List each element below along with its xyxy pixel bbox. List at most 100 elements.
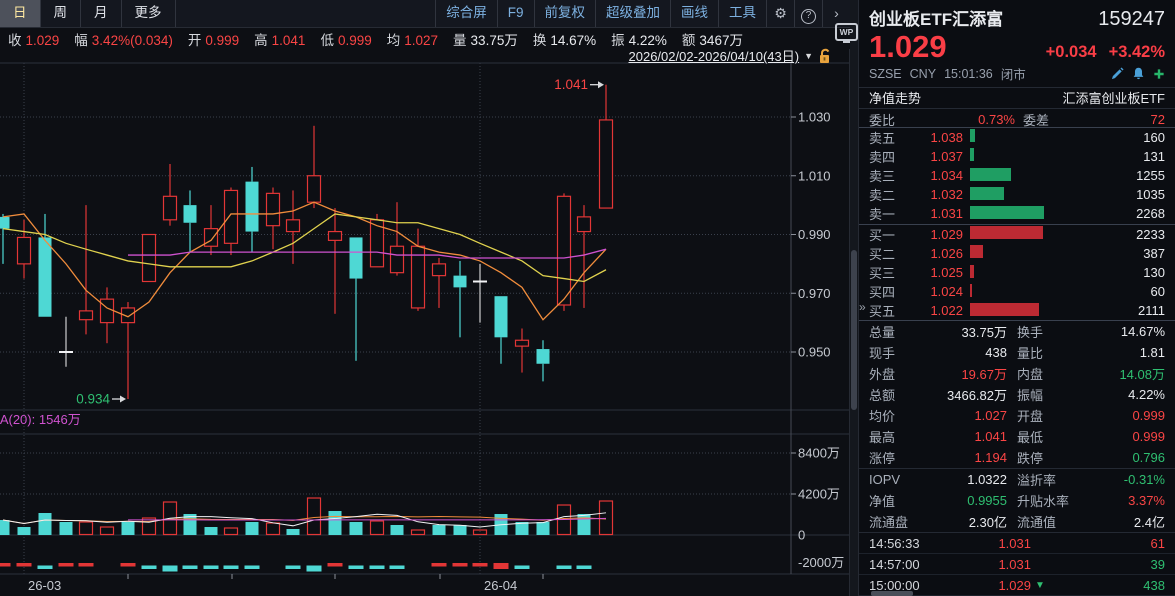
stat-label: 最低 [1007, 427, 1073, 446]
trade-price: 1.031 [947, 536, 1031, 551]
order-volume: 387 [1103, 246, 1165, 261]
full-fund-name: 汇添富创业板ETF [1062, 88, 1165, 107]
date-range-selector[interactable]: 2026/02/02-2026/04/10(43日) [629, 46, 800, 65]
wp-label: WP [840, 27, 854, 37]
depth-bar-wrap [963, 206, 1103, 222]
collapse-panel-handle[interactable]: » [859, 300, 866, 314]
menu-item-超级叠加[interactable]: 超级叠加 [595, 0, 670, 27]
trade-row: 14:56:331.031 61 [859, 533, 1175, 554]
svg-text:1.030: 1.030 [798, 110, 831, 125]
period-tab-更多[interactable]: 更多 [122, 0, 176, 27]
stat-label: 净值 [869, 491, 925, 510]
order-level-label: 买三 [869, 263, 905, 282]
order-row-ask[interactable]: 卖四1.037131 [859, 147, 1175, 166]
svg-text:26-03: 26-03 [28, 578, 61, 593]
depth-bar [970, 226, 1043, 239]
order-row-ask[interactable]: 卖一1.0312268 [859, 204, 1175, 223]
wp-widget-icon[interactable]: WP [835, 23, 858, 41]
weibi-label: 委比 [869, 110, 909, 129]
stat-row: 外盘19.67万内盘14.08万 [859, 363, 1175, 384]
stat-row: IOPV1.0322溢折率-0.31% [859, 469, 1175, 490]
svg-text:26-04: 26-04 [484, 578, 517, 593]
order-level-label: 买四 [869, 282, 905, 301]
depth-bar-wrap [963, 245, 1103, 261]
period-tab-bar: 日周月更多 综合屏F9前复权超级叠加画线工具 ⚙ ? › [0, 0, 850, 28]
security-code: 159247 [1098, 8, 1165, 31]
stat-label: 总量 [869, 322, 915, 341]
stat-value: 1.81 [1073, 345, 1165, 360]
order-volume: 2233 [1103, 227, 1165, 242]
unlocked-lock-icon[interactable] [818, 48, 832, 64]
last-price: 1.029 [869, 31, 947, 63]
order-row-bid[interactable]: 买二1.026387 [859, 244, 1175, 263]
trade-time: 14:56:33 [869, 536, 947, 551]
stat-label: 内盘 [1007, 364, 1073, 383]
depth-bar-wrap [963, 129, 1103, 145]
stat-value: 14.08万 [1073, 364, 1165, 383]
menu-item-画线[interactable]: 画线 [670, 0, 718, 27]
help-icon[interactable]: ? [794, 0, 822, 27]
svg-text:4200万: 4200万 [798, 487, 840, 502]
weibi-row: 委比 0.73% 委差 72 [859, 109, 1175, 127]
stat-label: IOPV [869, 472, 925, 487]
stat-label: 升贴水率 [1007, 491, 1083, 510]
stat-label: 换手 [1007, 322, 1073, 341]
stat-label: 开盘 [1007, 406, 1073, 425]
stat-value: 4.22% [1073, 387, 1165, 402]
stat-label: 跌停 [1007, 448, 1073, 467]
panel-scrollbar[interactable] [871, 591, 913, 596]
order-price: 1.026 [905, 246, 963, 261]
currency-label: CNY [910, 67, 936, 81]
stats-grid: 总量33.75万换手14.67%现手438量比1.81外盘19.67万内盘14.… [859, 321, 1175, 468]
svg-text:0.990: 0.990 [798, 227, 831, 242]
order-volume: 60 [1103, 284, 1165, 299]
menu-item-综合屏[interactable]: 综合屏 [435, 0, 497, 27]
kline-chart[interactable]: 1.0301.0100.9900.9700.9508400万4200万0-200… [0, 0, 850, 596]
period-tab-月[interactable]: 月 [81, 0, 122, 27]
order-row-bid[interactable]: 买三1.025130 [859, 263, 1175, 282]
iopv-grid: IOPV1.0322溢折率-0.31%净值0.9955升贴水率3.37%流通盘2… [859, 469, 1175, 532]
trade-volume: 39 [1049, 557, 1165, 572]
add-plus-icon[interactable] [1153, 68, 1165, 80]
menu-item-工具[interactable]: 工具 [718, 0, 766, 27]
depth-bar [970, 129, 975, 142]
period-tab-周[interactable]: 周 [41, 0, 82, 27]
order-row-bid[interactable]: 买五1.0222111 [859, 301, 1175, 320]
order-row-ask[interactable]: 卖二1.0321035 [859, 185, 1175, 204]
stat-value: -0.31% [1083, 472, 1165, 487]
top-toolbar: 日周月更多 综合屏F9前复权超级叠加画线工具 ⚙ ? › 收1.029幅3.42… [0, 0, 850, 49]
order-book: 卖五1.038160卖四1.037131卖三1.0341255卖二1.03210… [859, 128, 1175, 321]
order-volume: 2111 [1103, 303, 1165, 318]
order-row-bid[interactable]: 买四1.02460 [859, 282, 1175, 301]
stat-label: 流通值 [1007, 512, 1083, 531]
stat-value: 1.041 [915, 429, 1007, 444]
stat-value: 1.0322 [925, 472, 1007, 487]
order-volume: 131 [1103, 149, 1165, 164]
trade-volume: 61 [1049, 536, 1165, 551]
order-level-label: 卖三 [869, 166, 905, 185]
nav-trend-row[interactable]: 净值走势 汇添富创业板ETF [859, 88, 1175, 108]
period-tab-日[interactable]: 日 [0, 0, 41, 27]
dropdown-caret-icon[interactable]: ▼ [804, 51, 813, 61]
order-volume: 2268 [1103, 206, 1165, 221]
menu-item-前复权[interactable]: 前复权 [534, 0, 596, 27]
order-row-bid[interactable]: 买一1.0292233 [859, 225, 1175, 244]
settings-gear-icon[interactable]: ⚙ [766, 0, 794, 27]
depth-bar [970, 303, 1039, 316]
panel-splitter[interactable] [850, 0, 858, 596]
trade-row: 14:57:001.03139 [859, 554, 1175, 575]
order-row-ask[interactable]: 卖三1.0341255 [859, 166, 1175, 185]
menu-item-F9[interactable]: F9 [497, 0, 534, 27]
quote-panel: 创业板ETF汇添富 159247 1.029 +0.034 +3.42% SZS… [858, 0, 1175, 596]
stat-value: 19.67万 [915, 364, 1007, 383]
chart-scrollbar-thumb[interactable] [851, 250, 857, 410]
edit-pencil-icon[interactable] [1111, 67, 1124, 80]
order-price: 1.031 [905, 206, 963, 221]
stat-value: 438 [915, 345, 1007, 360]
depth-bar-wrap [963, 303, 1103, 319]
depth-bar [970, 148, 974, 161]
alert-bell-icon[interactable] [1132, 67, 1145, 80]
stat-value: 0.796 [1073, 450, 1165, 465]
order-row-ask[interactable]: 卖五1.038160 [859, 128, 1175, 147]
weicha-label: 委差 [1015, 110, 1059, 129]
